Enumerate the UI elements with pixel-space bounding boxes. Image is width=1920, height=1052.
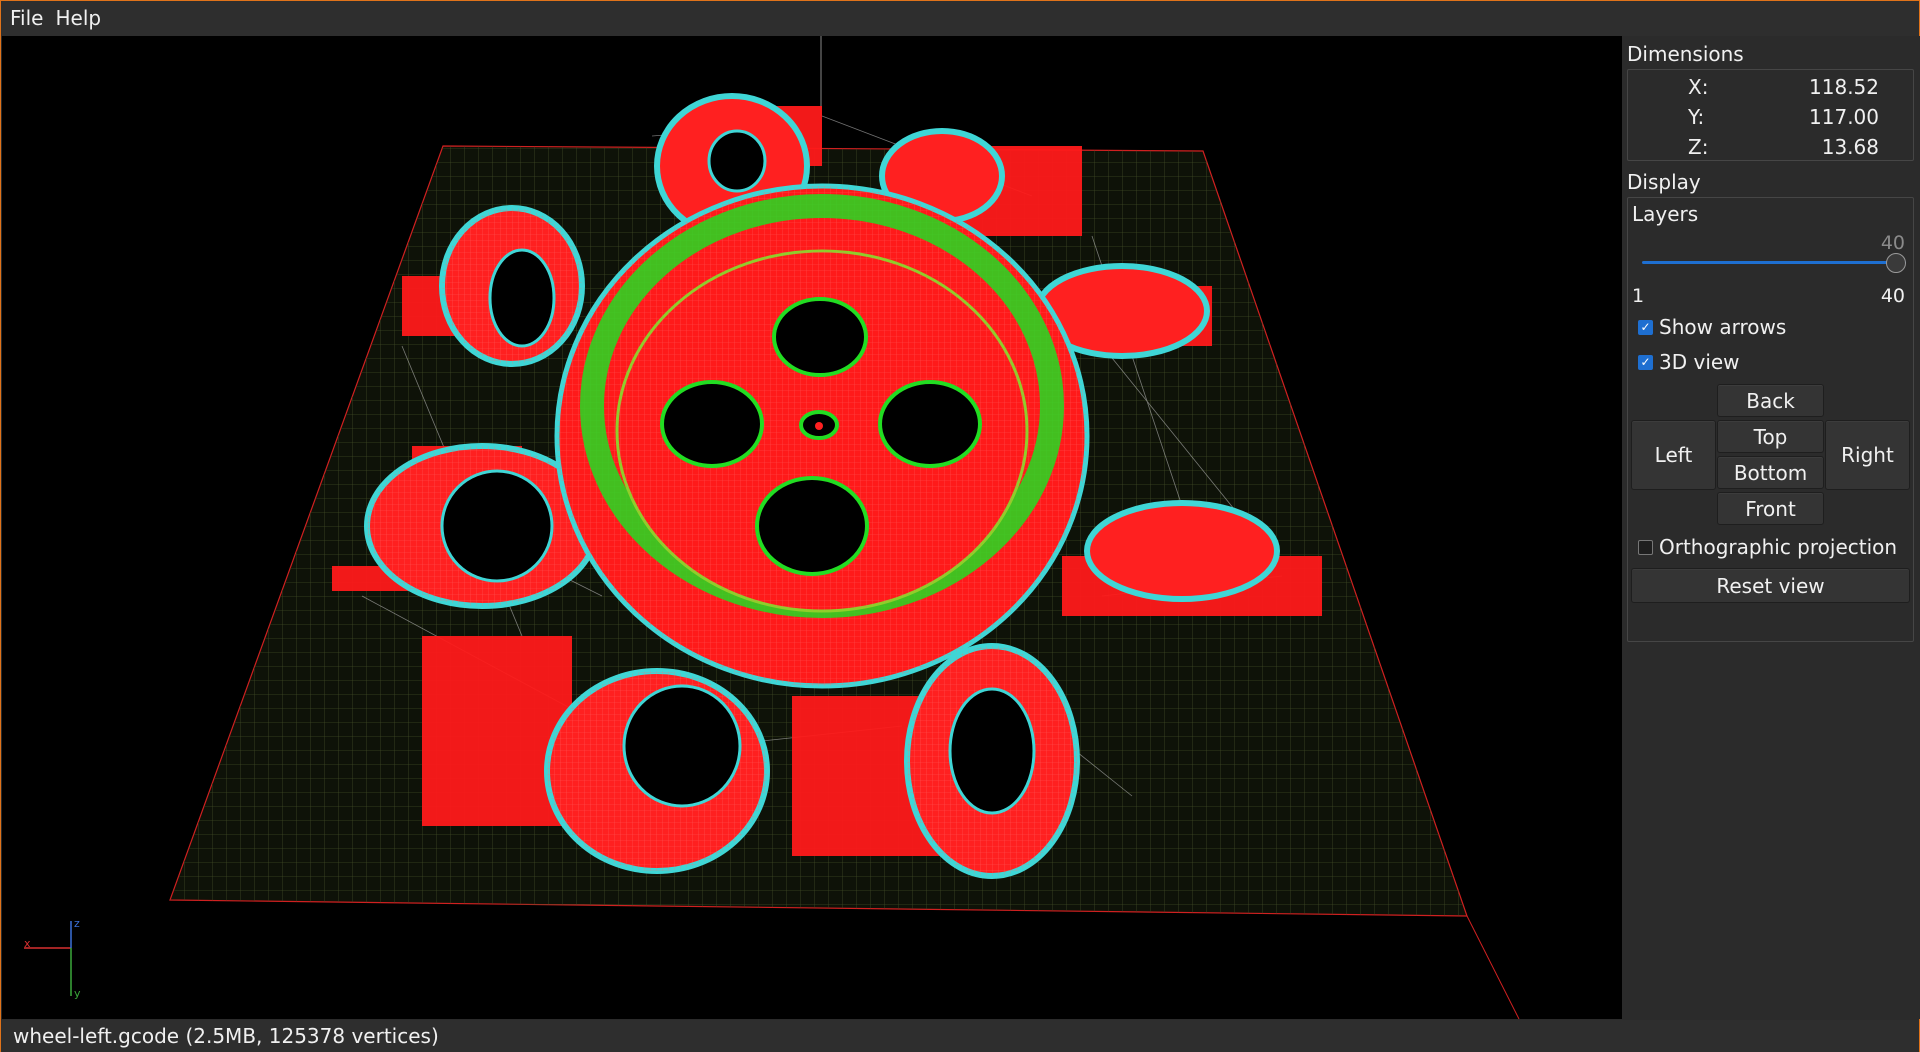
front-button[interactable]: Front <box>1717 492 1824 525</box>
slider-current-value: 40 <box>1880 232 1905 254</box>
dimension-value-y: 117.00 <box>1809 105 1879 129</box>
back-button[interactable]: Back <box>1717 384 1824 417</box>
menu-file[interactable]: File <box>5 1 48 36</box>
layers-label: Layers <box>1632 202 1699 226</box>
reset-view-button[interactable]: Reset view <box>1631 568 1910 603</box>
view-3d-checkbox[interactable]: ✓ <box>1638 354 1653 370</box>
status-text: wheel-left.gcode (2.5MB, 125378 vertices… <box>13 1024 439 1048</box>
bottom-button[interactable]: Bottom <box>1717 456 1824 489</box>
show-arrows-label: Show arrows <box>1659 315 1787 339</box>
scene-svg: x y z <box>24 36 1520 1019</box>
z-axis-label: z <box>74 917 80 930</box>
orthographic-checkbox[interactable] <box>1638 539 1653 555</box>
y-axis-label: y <box>74 987 81 1000</box>
slider-handle[interactable] <box>1886 253 1906 273</box>
slider-max-label: 40 <box>1880 285 1905 307</box>
slider-min-label: 1 <box>1632 285 1645 307</box>
left-button[interactable]: Left <box>1631 420 1716 490</box>
orthographic-row[interactable]: Orthographic projection <box>1638 532 1897 562</box>
dimension-row-y: Y: 117.00 <box>1628 105 1915 135</box>
dimension-value-x: 118.52 <box>1809 75 1879 99</box>
axis-indicator: x y z <box>24 917 81 1000</box>
dimension-row-x: X: 118.52 <box>1628 75 1915 105</box>
gcode-3d-viewport[interactable]: x y z <box>2 36 1622 1019</box>
display-group: Layers 40 1 40 ✓ Show arrows ✓ 3D view B… <box>1627 197 1914 642</box>
dimension-value-z: 13.68 <box>1821 135 1879 159</box>
view-3d-row[interactable]: ✓ 3D view <box>1638 347 1740 377</box>
menu-help[interactable]: Help <box>50 1 106 36</box>
view-3d-label: 3D view <box>1659 350 1740 374</box>
x-axis-label: x <box>24 937 31 950</box>
app-window: File Help x y z Dimensions X: 118.52 Y: … <box>0 0 1920 1052</box>
status-bar: wheel-left.gcode (2.5MB, 125378 vertices… <box>1 1020 1919 1052</box>
dimension-label-z: Z: <box>1688 135 1709 159</box>
right-button[interactable]: Right <box>1825 420 1910 490</box>
show-arrows-checkbox[interactable]: ✓ <box>1638 319 1653 335</box>
slider-track <box>1642 261 1906 264</box>
dimension-label-y: Y: <box>1688 105 1705 129</box>
sidebar-panel: Dimensions X: 118.52 Y: 117.00 Z: 13.68 … <box>1623 36 1920 1019</box>
bed-edge-line <box>1466 915 1520 1019</box>
dimensions-group: X: 118.52 Y: 117.00 Z: 13.68 <box>1627 69 1914 161</box>
dimension-row-z: Z: 13.68 <box>1628 135 1915 165</box>
display-title: Display <box>1627 170 1701 194</box>
menu-bar: File Help <box>1 1 1919 36</box>
layers-slider[interactable] <box>1642 252 1906 274</box>
orthographic-label: Orthographic projection <box>1659 535 1898 559</box>
dimensions-title: Dimensions <box>1627 42 1744 66</box>
dimension-label-x: X: <box>1688 75 1709 99</box>
show-arrows-row[interactable]: ✓ Show arrows <box>1638 312 1786 342</box>
top-button[interactable]: Top <box>1717 420 1824 453</box>
wheel-center-dot <box>815 422 823 430</box>
